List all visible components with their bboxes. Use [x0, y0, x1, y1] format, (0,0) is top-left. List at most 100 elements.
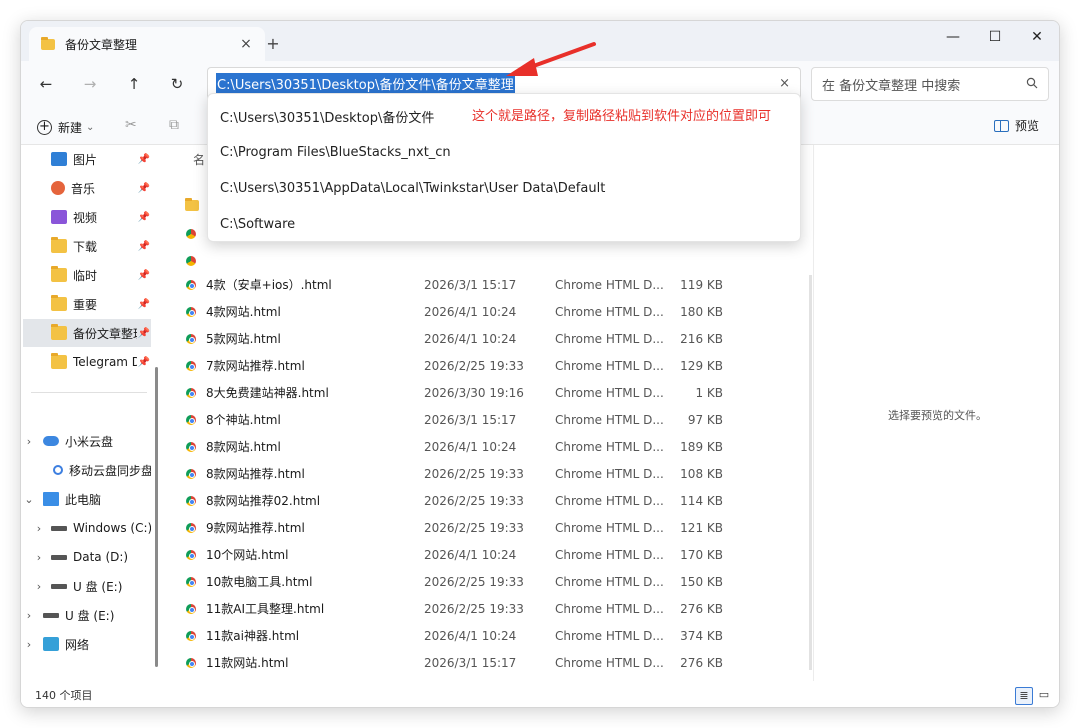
chevron-down-icon[interactable]: ⌄	[23, 493, 35, 506]
navigation-pane: 图片 📌 音乐 📌 视频 📌 下载 📌 临时 📌 重要 📌 备份文章整 📌 Te…	[21, 145, 161, 681]
table-row[interactable]: 10个网站.html 2026/4/1 10:24 Chrome HTML D...…	[183, 541, 799, 568]
file-size: 276 KB	[680, 655, 723, 670]
tab-backup-articles[interactable]: 备份文章整理 ×	[29, 27, 265, 61]
table-row[interactable]: 8大免费建站神器.html 2026/3/30 19:16 Chrome HTML …	[183, 379, 799, 406]
back-button[interactable]: ←	[33, 71, 59, 97]
chrome-html-icon	[186, 333, 196, 344]
refresh-button[interactable]: ↻	[164, 71, 190, 97]
file-type: Chrome HTML D...	[555, 547, 664, 562]
file-date: 2026/2/25 19:33	[424, 466, 524, 481]
file-name: 8个神站.html	[206, 413, 281, 427]
table-row[interactable]: 8个神站.html 2026/3/1 15:17 Chrome HTML D... 9…	[183, 406, 799, 433]
table-row[interactable]: 11款AI工具整理.html 2026/2/25 19:33 Chrome HTML…	[183, 595, 799, 622]
pin-icon: 📌	[137, 269, 151, 281]
table-row[interactable]: 8款网站推荐.html 2026/2/25 19:33 Chrome HTML D.…	[183, 460, 799, 487]
close-window-button[interactable]: ✕	[1015, 23, 1059, 51]
file-name: 8大免费建站神器.html	[206, 386, 329, 400]
cloud-icon	[43, 436, 59, 446]
chevron-right-icon[interactable]: ›	[33, 580, 45, 593]
chevron-right-icon[interactable]: ›	[23, 638, 35, 651]
table-row[interactable]: 9款网站推荐.html 2026/2/25 19:33 Chrome HTML D.…	[183, 514, 799, 541]
file-name: 4款（安卓+ios）.html	[206, 278, 332, 292]
table-row[interactable]: 11款网站.html 2026/3/1 15:17 Chrome HTML D...…	[183, 649, 799, 676]
sidebar-item-telegram[interactable]: Telegram Desktop 📌	[23, 348, 151, 376]
cloud-sync-icon	[53, 465, 63, 475]
sidebar-item-drive-e[interactable]: › U 盘 (E:)	[23, 572, 151, 600]
maximize-button[interactable]: ☐	[973, 23, 1017, 51]
tiles-view-button[interactable]: ▭	[1035, 687, 1053, 705]
file-type: Chrome HTML D...	[555, 574, 664, 589]
column-header-name[interactable]: 名	[193, 151, 205, 168]
file-size: 170 KB	[680, 547, 723, 562]
table-row[interactable]: 4款网站.html 2026/4/1 10:24 Chrome HTML D... 1…	[183, 298, 799, 325]
suggestion-item[interactable]: C:\Users\30351\AppData\Local\Twinkstar\U…	[208, 170, 800, 206]
cut-icon[interactable]: ✂	[125, 117, 137, 133]
sidebar-item-usb-e[interactable]: › U 盘 (E:)	[23, 601, 151, 629]
annotation-arrow-icon	[506, 42, 596, 76]
sidebar-item-important[interactable]: 重要 📌	[23, 290, 151, 318]
file-date: 2026/2/25 19:33	[424, 601, 524, 616]
table-row[interactable]: 11款ai神器.html 2026/4/1 10:24 Chrome HTML D.…	[183, 622, 799, 649]
search-input[interactable]: 在 备份文章整理 中搜索	[822, 75, 960, 94]
file-type: Chrome HTML D...	[555, 493, 664, 508]
file-size: 119 KB	[680, 277, 723, 292]
table-row[interactable]: 8款网站.html 2026/4/1 10:24 Chrome HTML D... 1…	[183, 433, 799, 460]
address-input[interactable]: C:\Users\30351\Desktop\备份文件\备份文章整理	[216, 73, 515, 94]
chrome-html-icon	[186, 229, 196, 239]
file-type: Chrome HTML D...	[555, 412, 664, 427]
details-view-button[interactable]: ≣	[1015, 687, 1033, 705]
file-date: 2026/2/25 19:33	[424, 520, 524, 535]
chrome-html-icon	[186, 387, 196, 398]
sidebar-item-backup-articles[interactable]: 备份文章整理 📌	[23, 319, 151, 347]
table-row[interactable]: 7款网站推荐.html 2026/2/25 19:33 Chrome HTML D.…	[183, 352, 799, 379]
sidebar-item-drive-d[interactable]: › Data (D:)	[23, 543, 151, 571]
suggestion-item[interactable]: C:\Program Files\BlueStacks_nxt_cn	[208, 134, 800, 170]
sidebar-item-drive-c[interactable]: › Windows (C:)	[23, 514, 151, 542]
preview-button[interactable]: 预览	[993, 117, 1039, 134]
clear-address-icon[interactable]: ×	[779, 76, 790, 91]
copy-icon[interactable]: ⧉	[169, 117, 179, 133]
table-row[interactable]: 5款网站.html 2026/4/1 10:24 Chrome HTML D... 2…	[183, 325, 799, 352]
file-name: 10款电脑工具.html	[206, 575, 313, 589]
pin-icon: 📌	[137, 211, 151, 223]
network-icon	[43, 637, 59, 651]
sidebar-item-xiaomi-cloud[interactable]: › 小米云盘	[23, 427, 151, 455]
file-name: 11款网站.html	[206, 656, 289, 670]
file-date: 2026/4/1 10:24	[424, 331, 517, 346]
file-date: 2026/2/25 19:33	[424, 493, 524, 508]
new-button[interactable]: + 新建 ⌄	[37, 116, 94, 138]
sidebar-item-pictures[interactable]: 图片 📌	[23, 145, 151, 173]
up-button[interactable]: ↑	[121, 71, 147, 97]
file-size: 216 KB	[680, 331, 723, 346]
file-size: 276 KB	[680, 601, 723, 616]
chevron-right-icon[interactable]: ›	[23, 609, 35, 622]
suggestion-item[interactable]: C:\Software	[208, 206, 800, 242]
minimize-button[interactable]: —	[931, 23, 975, 51]
sidebar-item-network[interactable]: › 网络	[23, 630, 151, 658]
chevron-right-icon[interactable]: ›	[23, 435, 35, 448]
sidebar-item-music[interactable]: 音乐 📌	[23, 174, 151, 202]
chevron-right-icon[interactable]: ›	[33, 522, 45, 535]
sidebar-divider	[31, 392, 147, 393]
table-row[interactable]: 8款网站推荐02.html 2026/2/25 19:33 Chrome HTML …	[183, 487, 799, 514]
file-list-scrollbar[interactable]	[809, 275, 812, 670]
forward-button[interactable]: →	[77, 71, 103, 97]
sidebar-item-mobile-cloud-sync[interactable]: 移动云盘同步盘	[23, 456, 151, 484]
file-type: Chrome HTML D...	[555, 358, 664, 373]
file-name: 11款AI工具整理.html	[206, 602, 325, 616]
file-size: 189 KB	[680, 439, 723, 454]
new-tab-button[interactable]: +	[261, 33, 285, 55]
file-name: 9款网站推荐.html	[206, 521, 305, 535]
chevron-right-icon[interactable]: ›	[33, 551, 45, 564]
preview-pane-icon	[993, 119, 1009, 132]
table-row[interactable]: 4款（安卓+ios）.html 2026/3/1 15:17 Chrome HTML…	[183, 271, 799, 298]
sidebar-item-videos[interactable]: 视频 📌	[23, 203, 151, 231]
sidebar-item-this-pc[interactable]: ⌄ 此电脑	[23, 485, 151, 513]
search-box[interactable]: 在 备份文章整理 中搜索	[811, 67, 1049, 101]
sidebar-scrollbar[interactable]	[155, 367, 158, 667]
tab-close-icon[interactable]: ×	[237, 36, 255, 52]
file-name: 4款网站.html	[206, 305, 281, 319]
table-row[interactable]: 10款电脑工具.html 2026/2/25 19:33 Chrome HTML D…	[183, 568, 799, 595]
sidebar-item-temp[interactable]: 临时 📌	[23, 261, 151, 289]
sidebar-item-downloads[interactable]: 下载 📌	[23, 232, 151, 260]
